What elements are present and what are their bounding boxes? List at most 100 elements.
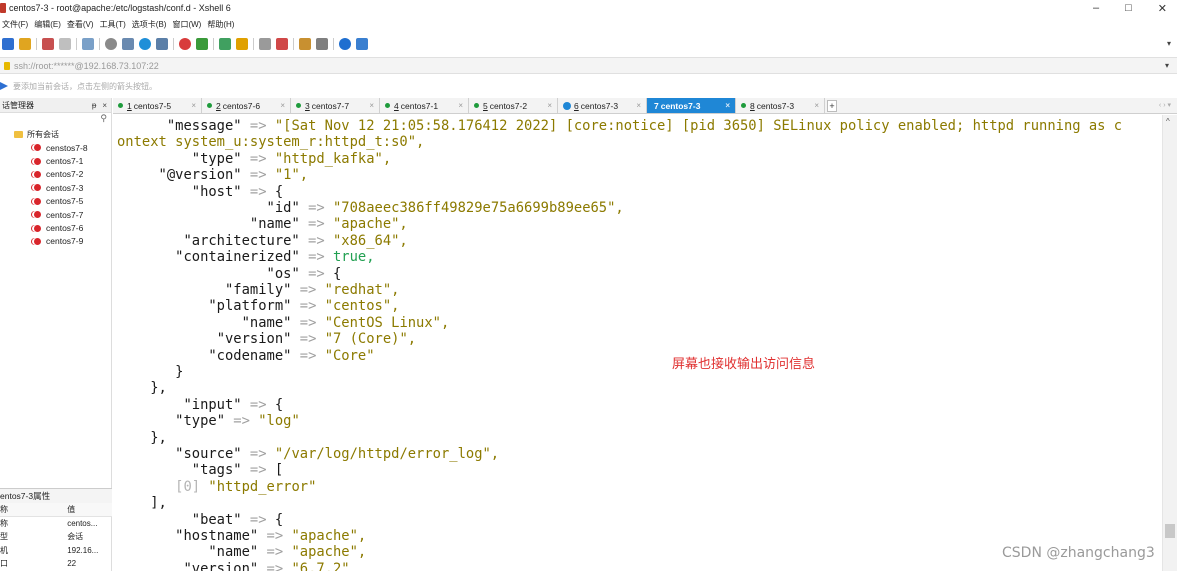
menu-view[interactable]: 查看(V) xyxy=(67,19,94,30)
arrow-icon[interactable] xyxy=(0,82,8,90)
search-icon[interactable]: ⚲ xyxy=(100,113,107,124)
tab-centos7-5[interactable]: 1 centos7-5 × xyxy=(113,98,202,113)
menu-window[interactable]: 窗口(W) xyxy=(172,19,201,30)
close-panel-icon[interactable]: × xyxy=(102,101,107,110)
session-item[interactable]: centos7-9 xyxy=(0,235,111,248)
tab-close-icon[interactable]: × xyxy=(814,101,819,110)
new-tab-button[interactable]: + xyxy=(827,100,837,112)
tab-number: 2 xyxy=(216,100,221,111)
reconnect-icon[interactable] xyxy=(82,38,94,50)
fullscreen-icon[interactable] xyxy=(219,38,231,50)
menu-edit[interactable]: 编辑(E) xyxy=(34,19,61,30)
field-value: "/var/log/httpd/error_log", xyxy=(274,446,500,462)
menu-tabs[interactable]: 选项卡(B) xyxy=(132,19,167,30)
xshell-app-icon xyxy=(0,3,6,13)
help-icon[interactable] xyxy=(339,38,351,50)
pin-icon[interactable]: ᵽ xyxy=(92,101,96,110)
tab-centos7-7[interactable]: 3 centos7-7 × xyxy=(291,98,380,113)
new-session-icon[interactable] xyxy=(2,38,14,50)
tab-centos7-6[interactable]: 2 centos7-6 × xyxy=(202,98,291,113)
scroll-up-icon[interactable]: ^ xyxy=(1166,117,1170,126)
close-window-button[interactable]: ✕ xyxy=(1158,2,1167,15)
session-label: centos7-2 xyxy=(46,169,84,180)
tab-close-icon[interactable]: × xyxy=(547,101,552,110)
font-icon[interactable] xyxy=(156,38,168,50)
session-item[interactable]: centos7-5 xyxy=(0,195,111,208)
tab-number: 8 xyxy=(750,100,755,111)
tab-label: centos7-1 xyxy=(400,100,439,111)
tab-close-icon[interactable]: × xyxy=(458,101,463,110)
layout-icon[interactable] xyxy=(316,38,328,50)
terminal-line: "hostname" => "apache", xyxy=(117,528,366,544)
tab-label: centos7-7 xyxy=(311,100,350,111)
tab-centos7-3-active[interactable]: 7 centos7-3 × xyxy=(647,98,736,113)
properties-icon[interactable] xyxy=(122,38,134,50)
session-item[interactable]: centos7-2 xyxy=(0,168,111,181)
field-value: ontext system_u:system_r:httpd_t:s0", xyxy=(117,134,425,151)
scrollbar-thumb[interactable] xyxy=(1165,524,1175,538)
terminal-output[interactable]: "message" => "[Sat Nov 12 21:05:58.17641… xyxy=(113,115,1162,571)
terminal-line: "os" => { xyxy=(117,266,342,282)
terminal-scrollbar[interactable]: ^ xyxy=(1162,115,1177,571)
minimize-button[interactable]: – xyxy=(1093,2,1099,14)
lock-icon[interactable] xyxy=(236,38,248,50)
terminal-line: ], xyxy=(117,495,167,511)
hash-arrow: => xyxy=(291,298,325,315)
tab-number: 5 xyxy=(483,100,488,111)
disconnect-icon[interactable] xyxy=(59,38,71,50)
tab-centos7-3-6[interactable]: 6 centos7-3 × xyxy=(558,98,647,113)
session-item[interactable]: centos7-3 xyxy=(0,181,111,194)
session-label: centos7-3 xyxy=(46,182,84,193)
connect-icon[interactable] xyxy=(42,38,54,50)
tab-centos7-1[interactable]: 4 centos7-1 × xyxy=(380,98,469,113)
xftp-icon[interactable] xyxy=(179,38,191,50)
field-key: "tags" xyxy=(191,462,242,479)
address-dropdown-icon[interactable]: ▾ xyxy=(1165,61,1169,70)
terminal-line: "name" => "apache", xyxy=(117,216,408,232)
search-icon[interactable] xyxy=(105,38,117,50)
tree-root-all-sessions[interactable]: 所有会话 xyxy=(0,128,111,141)
xmanager-icon[interactable] xyxy=(196,38,208,50)
field-value: "centos", xyxy=(324,298,400,315)
menu-file[interactable]: 文件(F) xyxy=(2,19,28,30)
field-key: "beat" xyxy=(191,511,242,528)
session-icon xyxy=(34,144,41,152)
address-bar[interactable]: ssh://root:******@192.168.73.107:22 ▾ xyxy=(0,57,1177,74)
chat-icon[interactable] xyxy=(356,38,368,50)
field-value: { xyxy=(274,183,284,200)
tab-close-icon[interactable]: × xyxy=(280,101,285,110)
tab-close-icon[interactable]: × xyxy=(369,101,374,110)
connected-status-icon xyxy=(741,103,746,108)
tab-navigation-icon[interactable]: ‹ › ▾ xyxy=(1159,101,1171,109)
tab-close-icon[interactable]: × xyxy=(191,101,196,110)
properties-row: 机 192.16... xyxy=(0,544,112,558)
toolbar-overflow-icon[interactable]: ▾ xyxy=(1167,39,1171,48)
tab-centos7-3-8[interactable]: 8 centos7-3 × xyxy=(736,98,825,113)
tree-root-label: 所有会话 xyxy=(27,130,59,139)
hash-arrow: => xyxy=(299,249,333,266)
session-item[interactable]: censtos7-8 xyxy=(0,141,111,154)
open-folder-icon[interactable] xyxy=(19,38,31,50)
globe-icon[interactable] xyxy=(139,38,151,50)
terminal-line: "name" => "CentOS Linux", xyxy=(117,315,450,331)
hash-arrow: => xyxy=(258,544,292,561)
tab-close-icon[interactable]: × xyxy=(725,101,730,110)
tab-centos7-2[interactable]: 5 centos7-2 × xyxy=(469,98,558,113)
tab-close-icon[interactable]: × xyxy=(636,101,641,110)
session-search[interactable]: ⚲ xyxy=(0,113,111,125)
tab-label: centos7-3 xyxy=(660,100,701,111)
highlight-icon[interactable] xyxy=(276,38,288,50)
session-item[interactable]: centos7-1 xyxy=(0,154,111,167)
script-icon[interactable] xyxy=(299,38,311,50)
menu-help[interactable]: 帮助(H) xyxy=(207,19,234,30)
maximize-button[interactable]: □ xyxy=(1125,2,1132,14)
keyboard-icon[interactable] xyxy=(259,38,271,50)
session-item[interactable]: centos7-7 xyxy=(0,208,111,221)
session-item[interactable]: centos7-6 xyxy=(0,221,111,234)
menu-tools[interactable]: 工具(T) xyxy=(100,19,126,30)
